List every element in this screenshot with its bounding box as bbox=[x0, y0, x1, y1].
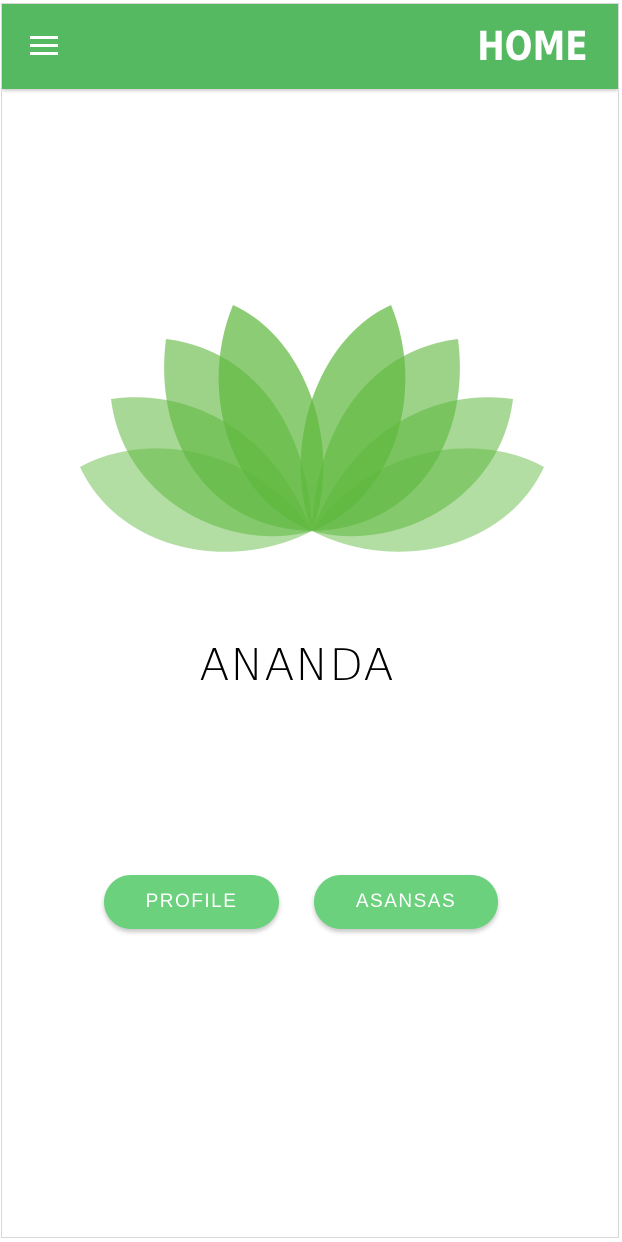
page-title: HOME bbox=[477, 24, 588, 70]
app-bar: HOME bbox=[2, 4, 618, 89]
profile-button[interactable]: PROFILE bbox=[104, 875, 279, 929]
app-screen: HOME ANANDA PROFILE ASANSAS bbox=[1, 3, 619, 1238]
asansas-button[interactable]: ASANSAS bbox=[314, 875, 498, 929]
hamburger-menu-icon[interactable] bbox=[30, 36, 58, 56]
brand-name: ANANDA bbox=[199, 640, 395, 691]
lotus-logo-icon bbox=[80, 305, 544, 552]
